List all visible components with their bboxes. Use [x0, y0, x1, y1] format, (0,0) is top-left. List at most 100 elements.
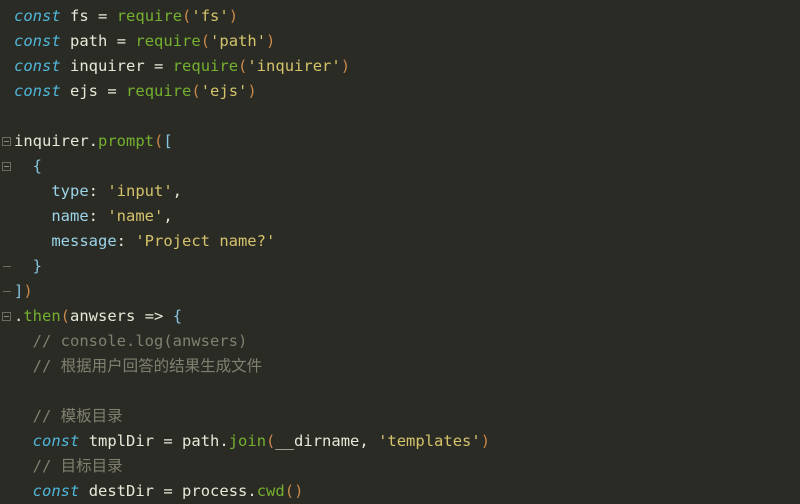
- code-token-plain: inquirer: [14, 132, 89, 150]
- code-token-paren1: ): [266, 32, 276, 50]
- code-token-paren1: ): [340, 57, 351, 75]
- code-token-plain: path: [182, 432, 220, 450]
- code-token-str: 'input': [107, 182, 173, 200]
- code-token-fn: require: [172, 57, 239, 75]
- code-token-plain: :: [88, 182, 108, 200]
- code-line[interactable]: type: 'input',: [0, 179, 800, 204]
- code-token-op: =: [98, 7, 108, 25]
- code-line[interactable]: const destDir = process.cwd(): [0, 479, 800, 504]
- code-token-comment: // 目标目录: [32, 457, 123, 475]
- code-line[interactable]: name: 'name',: [0, 204, 800, 229]
- code-line[interactable]: const path = require('path'): [0, 29, 800, 54]
- code-token-plain: .: [14, 307, 24, 325]
- code-line[interactable]: // 目标目录: [0, 454, 800, 479]
- code-token-paren1: (: [191, 82, 201, 100]
- code-token-str: 'ejs': [200, 82, 248, 100]
- code-token-kw: const: [32, 482, 80, 500]
- code-line[interactable]: }: [0, 254, 800, 279]
- code-token-plain: ,: [163, 207, 173, 225]
- code-content[interactable]: const fs = require('fs') const path = req…: [0, 0, 800, 504]
- code-token-paren1: (: [266, 432, 276, 450]
- code-token-str: 'fs': [191, 7, 229, 25]
- code-token-plain: :: [116, 232, 136, 250]
- code-token-plain: .: [247, 482, 257, 500]
- code-token-paren1: ): [480, 432, 491, 450]
- code-token-fn: require: [135, 32, 201, 50]
- code-token-brace: {: [172, 307, 183, 325]
- code-line[interactable]: inquirer.prompt([: [0, 129, 800, 154]
- code-token-plain: .: [88, 132, 98, 150]
- code-line[interactable]: const fs = require('fs'): [0, 4, 800, 29]
- code-token-paren1: (: [238, 57, 248, 75]
- code-token-fn: then: [23, 307, 61, 325]
- code-line[interactable]: // console.log(anwsers): [0, 329, 800, 354]
- code-token-paren1: (: [154, 132, 164, 150]
- code-token-paren1: ): [23, 282, 33, 300]
- code-editor[interactable]: const fs = require('fs') const path = req…: [0, 0, 800, 504]
- code-token-prop: message: [51, 232, 117, 250]
- code-token-plain: anwsers: [70, 307, 136, 325]
- code-token-prop: type: [51, 182, 89, 200]
- code-token-comment: // console.log(anwsers): [32, 332, 248, 350]
- code-line[interactable]: ]): [0, 279, 800, 304]
- code-token-fn: join: [228, 432, 267, 450]
- code-token-plain: inquirer: [70, 57, 145, 75]
- code-token-op: =: [163, 432, 173, 450]
- code-token-kw: const: [14, 82, 61, 100]
- code-token-plain: ,: [359, 432, 379, 450]
- code-token-fn: require: [116, 7, 183, 25]
- code-token-str: 'Project name?': [135, 232, 276, 250]
- code-token-kw: const: [14, 7, 61, 25]
- code-token-op: =: [154, 57, 164, 75]
- code-token-plain: ejs: [70, 82, 99, 100]
- code-line[interactable]: const inquirer = require('inquirer'): [0, 54, 800, 79]
- code-line[interactable]: // 模板目录: [0, 404, 800, 429]
- code-token-prop: name: [51, 207, 89, 225]
- code-token-paren1: ): [294, 482, 304, 500]
- code-line[interactable]: const tmplDir = path.join(__dirname, 'te…: [0, 429, 800, 454]
- code-token-paren1: ): [228, 7, 239, 25]
- code-token-op: =: [116, 32, 127, 50]
- code-line[interactable]: {: [0, 154, 800, 179]
- code-line[interactable]: [0, 104, 800, 129]
- code-token-fn: cwd: [256, 482, 285, 500]
- code-token-paren1: (: [60, 307, 71, 325]
- code-token-str: 'path': [210, 32, 267, 50]
- code-token-paren1: (: [200, 32, 211, 50]
- code-token-fn: require: [126, 82, 192, 100]
- code-line[interactable]: .then(anwsers => {: [0, 304, 800, 329]
- code-token-paren1: ): [247, 82, 257, 100]
- code-line[interactable]: [0, 379, 800, 404]
- code-token-plain: :: [88, 207, 108, 225]
- code-token-kw: const: [14, 57, 61, 75]
- code-line[interactable]: // 根据用户回答的结果生成文件: [0, 354, 800, 379]
- code-token-comment: // 模板目录: [32, 407, 123, 425]
- code-line[interactable]: message: 'Project name?': [0, 229, 800, 254]
- code-token-brace: {: [32, 157, 43, 175]
- code-token-plain: tmplDir: [88, 432, 155, 450]
- code-line[interactable]: const ejs = require('ejs'): [0, 79, 800, 104]
- code-token-paren1: (: [182, 7, 192, 25]
- code-token-plain: ,: [172, 182, 182, 200]
